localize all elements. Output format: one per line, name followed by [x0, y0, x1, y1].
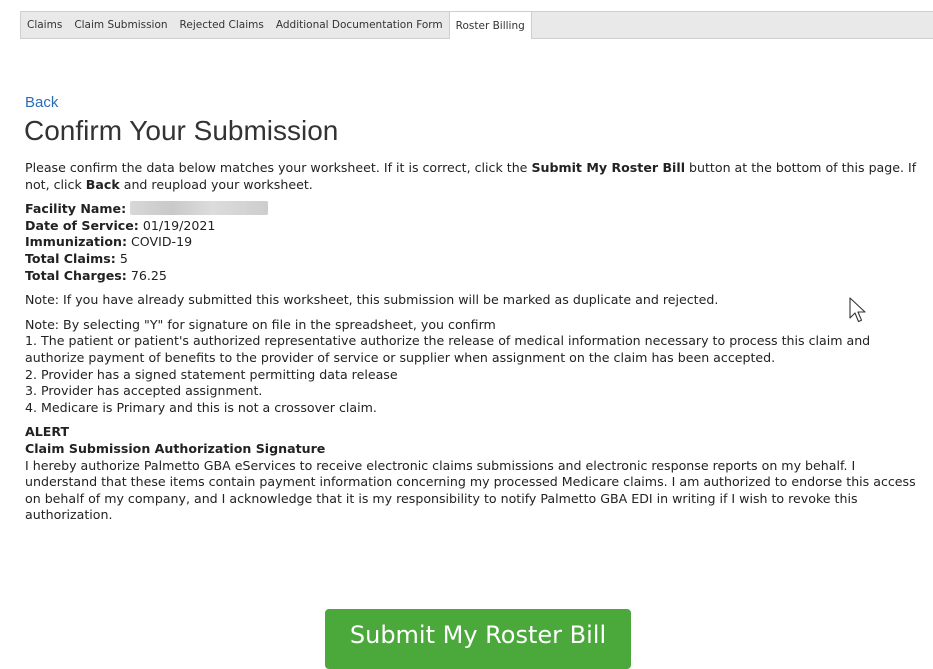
total-claims-value: 5 — [119, 250, 128, 266]
alert-heading: Claim Submission Authorization Signature — [25, 440, 326, 456]
date-of-service-row: Date of Service: 01/19/2021 — [25, 218, 931, 235]
intro-bold-back: Back — [85, 176, 120, 192]
total-claims-label: Total Claims: — [25, 250, 116, 266]
submission-details: Facility Name: Date of Service: 01/19/20… — [25, 201, 931, 284]
tab-strip: Claims Claim Submission Rejected Claims … — [20, 11, 933, 39]
total-charges-label: Total Charges: — [25, 267, 127, 283]
signature-note: Note: By selecting "Y" for signature on … — [25, 317, 931, 417]
date-of-service-value: 01/19/2021 — [142, 217, 216, 233]
signature-note-item-1: 1. The patient or patient's authorized r… — [25, 333, 871, 365]
total-charges-row: Total Charges: 76.25 — [25, 268, 931, 285]
tab-bar: Claims Claim Submission Rejected Claims … — [0, 0, 933, 40]
confirmation-content: Please confirm the data below matches yo… — [25, 160, 931, 524]
duplicate-note: Note: If you have already submitted this… — [25, 292, 719, 308]
immunization-row: Immunization: COVID-19 — [25, 234, 931, 251]
page-title: Confirm Your Submission — [24, 115, 339, 146]
facility-name-redacted — [130, 201, 269, 216]
intro-part1: Please confirm the data below matches yo… — [25, 160, 532, 175]
tab-rejected-claims[interactable]: Rejected Claims — [174, 12, 270, 38]
signature-note-lead: Note: By selecting "Y" for signature on … — [25, 316, 496, 332]
tab-roster-billing[interactable]: Roster Billing — [448, 12, 532, 39]
intro-part3: and reupload your worksheet. — [119, 176, 313, 192]
authorization-alert: ALERT Claim Submission Authorization Sig… — [25, 424, 931, 524]
back-link[interactable]: Back — [25, 94, 58, 111]
facility-name-row: Facility Name: — [25, 201, 931, 218]
immunization-value: COVID-19 — [131, 234, 193, 250]
intro-bold-submit: Submit My Roster Bill — [531, 160, 686, 175]
alert-label: ALERT — [25, 424, 70, 440]
submit-roster-bill-button[interactable]: Submit My Roster Bill — [325, 609, 631, 669]
intro-text: Please confirm the data below matches yo… — [25, 160, 931, 193]
alert-body: I hereby authorize Palmetto GBA eService… — [25, 457, 916, 523]
immunization-label: Immunization: — [25, 234, 127, 250]
signature-note-item-3: 3. Provider has accepted assignment. — [25, 383, 263, 399]
tab-claims[interactable]: Claims — [21, 12, 68, 38]
date-of-service-label: Date of Service: — [25, 217, 139, 233]
total-claims-row: Total Claims: 5 — [25, 251, 931, 268]
mouse-pointer-icon — [849, 297, 866, 323]
total-charges-value: 76.25 — [130, 267, 167, 283]
tab-additional-documentation-form[interactable]: Additional Documentation Form — [270, 12, 449, 38]
signature-note-item-4: 4. Medicare is Primary and this is not a… — [25, 399, 377, 415]
facility-name-label: Facility Name: — [25, 201, 127, 217]
signature-note-item-2: 2. Provider has a signed statement permi… — [25, 366, 398, 382]
tab-claim-submission[interactable]: Claim Submission — [68, 12, 173, 38]
